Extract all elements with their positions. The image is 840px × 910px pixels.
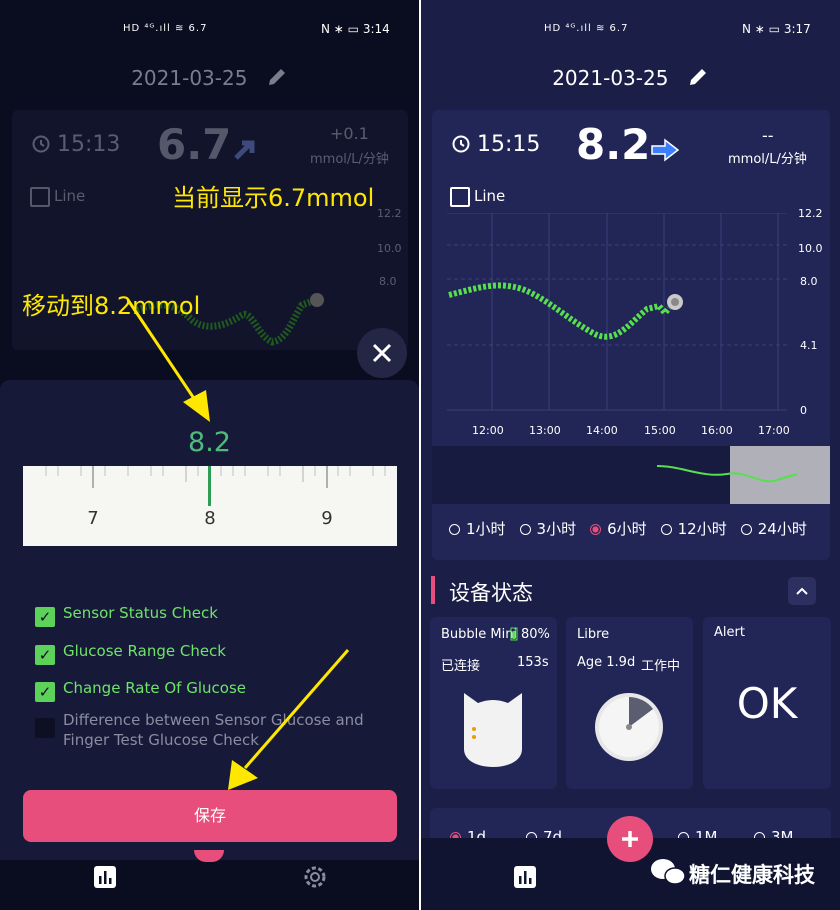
range-selector: 1小时 3小时 6小时 12小时 24小时 (449, 518, 840, 539)
trend-arrow-right-icon (651, 138, 680, 162)
reading-time: 15:15 (477, 132, 541, 157)
range-option-selected[interactable]: 6小时 (590, 518, 647, 539)
x-tick: 13:00 (529, 424, 561, 437)
line-label: Line (474, 187, 506, 205)
device-card-bubble[interactable]: Bubble Mini 80% 已连接 153s (430, 617, 557, 789)
rate-value: -- (762, 126, 774, 145)
range-label: 24小时 (757, 520, 807, 538)
section-accent-bar (431, 576, 435, 604)
device-card-libre[interactable]: Libre Age 1.9d 工作中 (566, 617, 693, 789)
bubble-device-icon (464, 693, 522, 767)
y-tick: 4.1 (800, 339, 818, 352)
y-tick: 10.0 (798, 242, 823, 255)
annotation-arrows (126, 299, 350, 790)
range-label: 6小时 (607, 520, 647, 538)
alert-status: OK (736, 679, 798, 728)
overview-strip[interactable] (432, 446, 830, 504)
collapse-button[interactable] (788, 577, 816, 605)
clock-icon (452, 135, 470, 153)
watermark-text: 糖仁健康科技 (689, 863, 815, 887)
range-option[interactable]: 24小时 (740, 518, 807, 539)
date-header[interactable]: 2021-03-25 (421, 66, 840, 93)
status-right-icons: N ∗ ▭ (742, 22, 780, 36)
chevron-up-icon (796, 587, 808, 595)
x-tick: 16:00 (701, 424, 733, 437)
device-title: Alert (714, 625, 745, 640)
range-option[interactable]: 3小时 (519, 518, 577, 539)
status-time: 3:17 (783, 22, 811, 36)
glucose-value: 8.2 (576, 120, 651, 169)
range-label: 12小时 (677, 520, 727, 538)
wechat-logo-icon (651, 859, 686, 885)
rate-unit: mmol/L/分钟 (728, 152, 807, 167)
signal-icons: HD ⁴ᴳ.ıll ≋ 6.7 (544, 23, 629, 34)
line-checkbox[interactable] (450, 187, 470, 207)
overview-trace (656, 465, 798, 483)
settings-gear-icon[interactable] (302, 864, 328, 890)
range-option[interactable]: 12小时 (660, 518, 727, 539)
right-screen: HD ⁴ᴳ.ıll ≋ 6.7 N ∗ ▭ 3:17 2021-03-25 15… (421, 0, 840, 910)
section-title: 设备状态 (449, 581, 533, 605)
battery-level: 80% (521, 627, 550, 642)
date-label: 2021-03-25 (552, 66, 669, 90)
add-button-edge[interactable] (194, 850, 224, 862)
x-tick: 15:00 (644, 424, 676, 437)
status-bar: HD ⁴ᴳ.ıll ≋ 6.7 N ∗ ▭ 3:17 (421, 18, 840, 42)
range-option[interactable]: 1小时 (449, 518, 506, 539)
plus-icon (622, 831, 638, 847)
device-title: Bubble Mini (441, 627, 518, 642)
last-sync: 153s (517, 655, 549, 670)
range-label: 3小时 (536, 520, 577, 538)
device-title: Libre (577, 627, 610, 642)
range-label: 1小时 (466, 520, 506, 538)
y-tick: 0 (800, 404, 807, 417)
x-tick: 17:00 (758, 424, 790, 437)
connection-status: 已连接 (441, 659, 481, 674)
left-screen: HD ⁴ᴳ.ıll ≋ 6.7 N ∗ ▭ 3:14 2021-03-25 15… (0, 0, 419, 910)
x-tick: 14:00 (586, 424, 618, 437)
device-card-alert[interactable]: Alert OK (703, 617, 831, 789)
y-tick: 8.0 (800, 275, 818, 288)
sensor-status: 工作中 (641, 659, 681, 674)
x-tick: 12:00 (472, 424, 504, 437)
bottom-nav (0, 850, 419, 910)
glucose-chart (447, 213, 787, 411)
add-button[interactable] (607, 816, 653, 862)
chart-tab-icon[interactable] (93, 865, 117, 889)
y-tick: 12.2 (798, 207, 823, 220)
chart-tab-icon[interactable] (513, 865, 537, 889)
edit-pencil-icon[interactable] (687, 66, 709, 93)
sensor-life-pie-icon (595, 693, 663, 761)
sensor-age: Age 1.9d (577, 655, 636, 670)
glucose-card: 15:15 8.2 -- mmol/L/分钟 Line 12.2 10.0 8.… (432, 110, 830, 560)
battery-icon (510, 627, 518, 641)
